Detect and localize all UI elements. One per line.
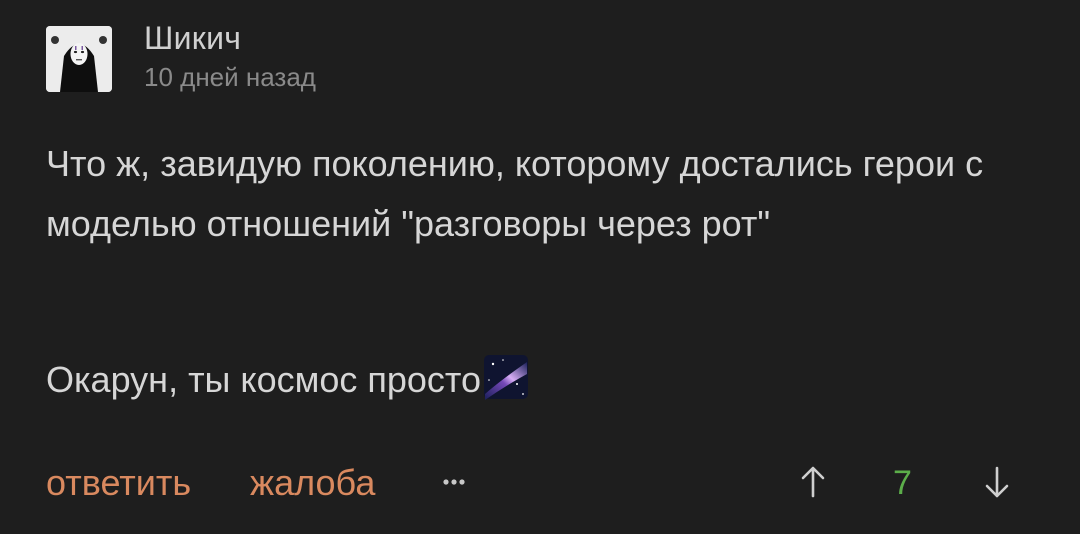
upvote-button[interactable] <box>798 464 828 500</box>
downvote-button[interactable] <box>982 464 1012 500</box>
more-dots-icon <box>443 479 465 485</box>
username[interactable]: Шикич <box>144 18 241 58</box>
vote-score: 7 <box>893 464 912 502</box>
report-button[interactable]: жалоба <box>250 456 375 510</box>
avatar[interactable] <box>46 26 112 92</box>
comment-card: Шикич 10 дней назад Что ж, завидую покол… <box>0 0 1080 534</box>
milky-way-emoji-icon <box>484 355 529 400</box>
no-face-avatar-icon <box>46 26 112 92</box>
comment-paragraph: Что ж, завидую поколению, которому доста… <box>46 143 984 244</box>
arrow-up-icon <box>801 466 825 498</box>
reply-button[interactable]: ответить <box>46 456 191 510</box>
arrow-down-icon <box>985 466 1009 498</box>
comment-paragraph-2: Окарун, ты космос просто <box>46 350 1046 410</box>
more-button[interactable] <box>438 472 470 492</box>
comment-paragraph-2-text: Окарун, ты космос просто <box>46 359 482 400</box>
timestamp: 10 дней назад <box>144 62 316 92</box>
